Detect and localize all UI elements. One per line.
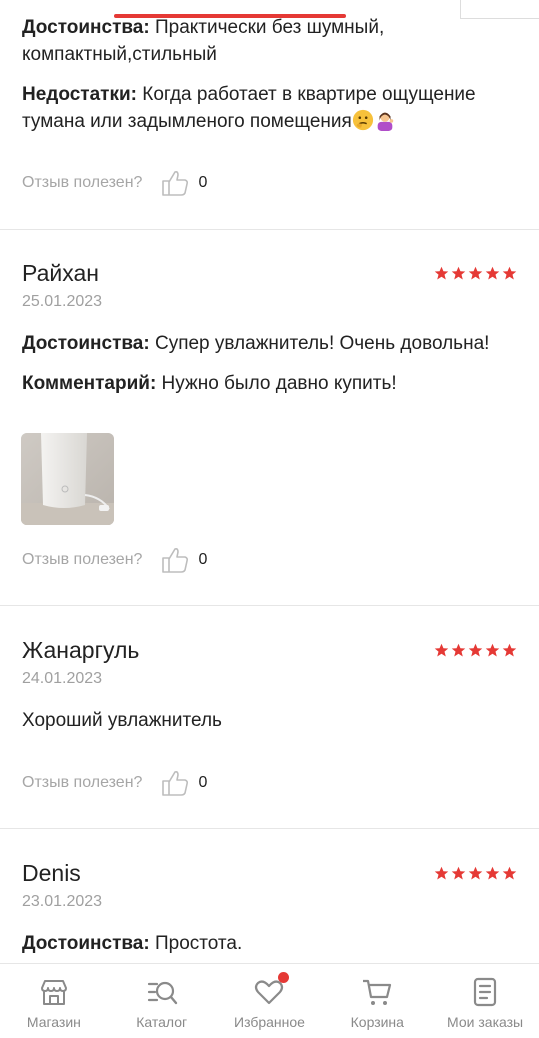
star-icon: [485, 643, 500, 657]
nav-label: Магазин: [26, 1014, 81, 1030]
thumbs-up-icon[interactable]: [160, 768, 190, 798]
bottom-navigation: Магазин Каталог Избранное Корзина Мои за…: [0, 963, 539, 1038]
nav-item-catalog[interactable]: Каталог: [108, 964, 216, 1038]
star-icon: [468, 266, 483, 280]
helpful-label: Отзыв полезен?: [22, 551, 143, 568]
nav-label: Корзина: [350, 1014, 404, 1030]
helpful-row: Отзыв полезен? 0: [22, 545, 207, 575]
cart-icon: [363, 979, 392, 1005]
star-icon: [434, 643, 449, 657]
orders-icon: [473, 977, 497, 1007]
review-date: 23.01.2023: [22, 893, 103, 910]
notification-badge: [277, 972, 289, 983]
review-divider: [0, 229, 539, 230]
helpful-label: Отзыв полезен?: [22, 174, 143, 191]
star-icon: [485, 866, 500, 880]
review-pros: Достоинства: Супер увлажнитель! Очень до…: [22, 333, 490, 354]
humidifier-photo-image: [21, 433, 114, 525]
catalog-search-icon: [147, 981, 177, 1005]
helpful-count: 0: [198, 774, 208, 791]
review-comment: Комментарий: Нужно было давно купить!: [22, 373, 397, 394]
rating-stars: [434, 643, 517, 658]
helpful-row: Отзыв полезен? 0: [22, 768, 207, 798]
review-date: 24.01.2023: [22, 670, 103, 687]
reviewer-name: Жанаргуль: [22, 637, 140, 663]
store-icon: [40, 980, 67, 1005]
thumbs-up-icon[interactable]: [160, 168, 190, 198]
thumbs-up-icon[interactable]: [160, 545, 190, 575]
review-photo[interactable]: [21, 433, 114, 525]
star-icon: [434, 266, 449, 280]
thinking-emoji-icon: [352, 109, 373, 131]
review-divider: [0, 605, 539, 606]
review-divider: [0, 828, 539, 829]
helpful-count: 0: [198, 551, 208, 568]
star-icon: [468, 866, 483, 880]
review-pros: Достоинства: Простота.: [22, 933, 243, 954]
star-icon: [468, 643, 483, 657]
helpful-row: Отзыв полезен? 0: [22, 168, 207, 198]
helpful-label: Отзыв полезен?: [22, 774, 143, 791]
star-icon: [502, 866, 517, 880]
nav-item-orders[interactable]: Мои заказы: [431, 964, 539, 1038]
review-cons: Недостатки: Когда работает в квартире ощ…: [22, 84, 476, 132]
nav-item-cart[interactable]: Корзина: [323, 964, 431, 1038]
rating-stars: [434, 866, 517, 881]
reviewer-name: Denis: [22, 860, 81, 886]
star-icon: [485, 266, 500, 280]
nav-item-store[interactable]: Магазин: [0, 964, 108, 1038]
helpful-count: 0: [198, 174, 208, 191]
star-icon: [451, 643, 466, 657]
review-pros: Достоинства: Практически без шумный, ком…: [22, 17, 385, 65]
nav-item-favorites[interactable]: Избранное: [216, 964, 324, 1038]
star-icon: [502, 266, 517, 280]
star-icon: [502, 643, 517, 657]
star-icon: [451, 266, 466, 280]
review-text: Хороший увлажнитель: [22, 710, 222, 731]
reviewer-name: Райхан: [22, 260, 99, 286]
nav-label: Избранное: [234, 1014, 305, 1030]
person-tipping-hand-emoji-icon: [377, 112, 394, 131]
star-icon: [434, 866, 449, 880]
rating-stars: [434, 266, 517, 281]
star-icon: [451, 866, 466, 880]
nav-label: Каталог: [136, 1014, 188, 1030]
review-date: 25.01.2023: [22, 293, 103, 310]
nav-label: Мои заказы: [447, 1014, 524, 1030]
